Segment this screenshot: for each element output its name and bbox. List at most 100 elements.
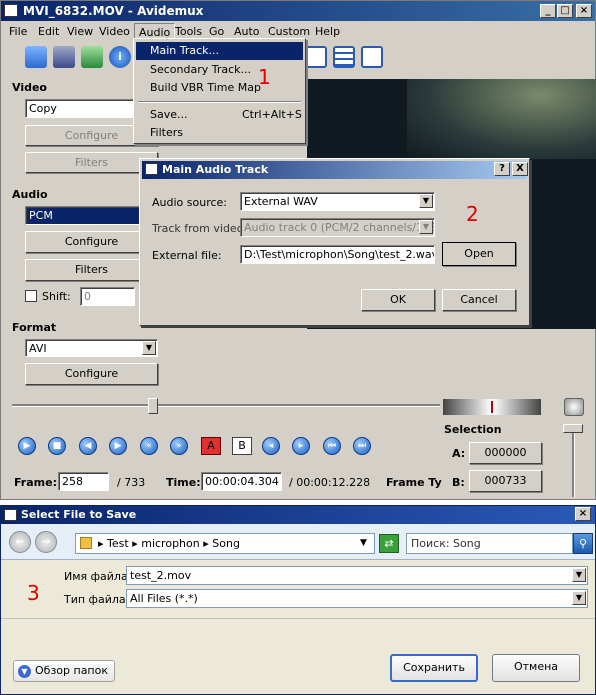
next-frame-icon[interactable]: ▶: [109, 437, 127, 455]
time-input[interactable]: 00:00:04.304: [201, 472, 282, 491]
shift-spinbox[interactable]: 0: [80, 287, 135, 306]
layout-icon-3[interactable]: [361, 46, 383, 68]
open-button[interactable]: Open: [442, 242, 516, 266]
forward-icon[interactable]: »: [170, 437, 188, 455]
menu-go[interactable]: Go: [209, 25, 224, 38]
breadcrumb-song[interactable]: Song: [212, 537, 240, 550]
frame-input[interactable]: 258: [58, 472, 109, 491]
volume-slider-track[interactable]: [572, 427, 575, 497]
selection-heading: Selection: [444, 423, 502, 436]
chevron-down-icon: ▼: [419, 194, 433, 208]
menu-item-main-track[interactable]: Main Track...: [136, 42, 303, 60]
dialog-help-button[interactable]: ?: [494, 162, 510, 176]
address-dropdown-icon[interactable]: ▼: [360, 534, 367, 553]
chevron-down-icon: ▼: [419, 220, 433, 234]
time-label: Time:: [166, 476, 201, 489]
ok-button[interactable]: OK: [361, 289, 435, 311]
back-icon[interactable]: ←: [9, 531, 31, 553]
main-audio-track-dialog: Main Audio Track ? X Audio source: Exter…: [139, 158, 530, 326]
timeline-track[interactable]: [12, 404, 440, 407]
annotation-1: 1: [258, 65, 271, 89]
video-highlight: [407, 79, 596, 159]
dialog-divider: [1, 618, 595, 619]
selection-b-button[interactable]: 000733: [469, 470, 542, 492]
filetype-select[interactable]: All Files (*.*) ▼: [126, 589, 588, 608]
frame-type-label: Frame Ty: [386, 476, 442, 489]
annotation-3: 3: [27, 581, 40, 605]
browse-folders-button[interactable]: ▼ Обзор папок: [13, 660, 115, 682]
frame-label: Frame:: [14, 476, 57, 489]
cancel-button[interactable]: Cancel: [442, 289, 516, 311]
menu-tools[interactable]: Tools: [175, 25, 202, 38]
menu-item-build-vbr[interactable]: Build VBR Time Map: [136, 79, 303, 97]
refresh-icon[interactable]: ⇄: [379, 534, 399, 553]
timeline-handle[interactable]: [148, 398, 158, 414]
selection-a-button[interactable]: 000000: [469, 442, 542, 464]
track-from-video-select[interactable]: Audio track 0 (PCM/2 channels/1536 ▼: [240, 218, 435, 237]
volume-slider-handle[interactable]: [563, 424, 583, 433]
search-input[interactable]: Поиск: Song: [406, 533, 573, 554]
info-icon[interactable]: i: [109, 46, 131, 68]
menu-help[interactable]: Help: [315, 25, 340, 38]
save-disk-icon[interactable]: [53, 46, 75, 68]
menu-separator: [138, 101, 301, 103]
menu-item-save[interactable]: Save... Ctrl+Alt+S: [136, 106, 303, 124]
selection-b-label: B:: [452, 476, 465, 489]
external-file-input[interactable]: D:\Test\microphon\Song\test_2.wav: [240, 245, 435, 264]
menu-view[interactable]: View: [67, 25, 93, 38]
filetype-label: Тип файла:: [64, 593, 130, 606]
layout-icon-1[interactable]: [305, 46, 327, 68]
breadcrumb-microphon[interactable]: microphon: [141, 537, 200, 550]
audio-menu-dropdown: Main Track... Secondary Track... Build V…: [133, 38, 306, 144]
jog-shuttle[interactable]: [443, 399, 541, 415]
shift-checkbox[interactable]: [25, 290, 37, 302]
save-dialog-close-button[interactable]: ×: [575, 507, 591, 521]
menu-item-filters[interactable]: Filters: [136, 124, 303, 142]
dialog-close-button[interactable]: X: [512, 162, 528, 176]
menu-custom[interactable]: Custom: [268, 25, 310, 38]
marker-b-button[interactable]: B: [232, 437, 252, 455]
menu-edit[interactable]: Edit: [38, 25, 59, 38]
stop-icon[interactable]: ■: [48, 437, 66, 455]
shift-label: Shift:: [42, 290, 71, 303]
video-codec-select[interactable]: Copy: [25, 99, 135, 118]
minimize-button[interactable]: _: [540, 4, 556, 18]
audio-heading: Audio: [12, 188, 48, 201]
layout-icon-2[interactable]: [333, 46, 355, 68]
filename-input[interactable]: test_2.mov ▼: [126, 566, 588, 585]
annotation-2: 2: [466, 202, 479, 226]
rewind-icon[interactable]: «: [140, 437, 158, 455]
container-format-select[interactable]: AVI ▼: [25, 339, 158, 357]
volume-icon[interactable]: [564, 398, 584, 416]
window-title: MVI_6832.MOV - Avidemux _ □ ×: [1, 1, 595, 21]
cancel-save-button[interactable]: Отмена: [492, 654, 580, 682]
search-icon[interactable]: ⚲: [573, 533, 593, 554]
marker-a-button[interactable]: A: [201, 437, 221, 455]
menu-file[interactable]: File: [9, 25, 27, 38]
menu-video[interactable]: Video: [99, 25, 130, 38]
save-button[interactable]: Сохранить: [390, 654, 478, 682]
close-button[interactable]: ×: [576, 4, 592, 18]
audio-source-select[interactable]: External WAV ▼: [240, 192, 435, 211]
folder-icon: [80, 537, 92, 549]
menu-item-secondary-track[interactable]: Secondary Track...: [136, 61, 303, 79]
browse-folders-label: Обзор папок: [35, 664, 108, 677]
dialog-app-icon: [145, 163, 158, 175]
breadcrumb-test[interactable]: Test: [107, 537, 129, 550]
goto-end-icon[interactable]: ⏭: [353, 437, 371, 455]
format-configure-button[interactable]: Configure: [25, 363, 158, 385]
save-file-dialog: Select File to Save × ← → ▸ Test ▸ micro…: [0, 505, 596, 695]
audio-codec-select[interactable]: PCM: [25, 206, 140, 225]
play-icon[interactable]: ▶: [18, 437, 36, 455]
prev-keyframe-icon[interactable]: ◂: [262, 437, 280, 455]
chevron-down-icon: ▼: [572, 568, 586, 582]
previous-frame-icon[interactable]: ◀: [79, 437, 97, 455]
next-keyframe-icon[interactable]: ▸: [292, 437, 310, 455]
add-file-icon[interactable]: [81, 46, 103, 68]
open-folder-icon[interactable]: [25, 46, 47, 68]
address-bar[interactable]: ▸ Test ▸ microphon ▸ Song ▼: [75, 533, 375, 554]
forward-icon[interactable]: →: [35, 531, 57, 553]
goto-start-icon[interactable]: ⏮: [323, 437, 341, 455]
menu-auto[interactable]: Auto: [234, 25, 260, 38]
maximize-button[interactable]: □: [557, 4, 573, 18]
